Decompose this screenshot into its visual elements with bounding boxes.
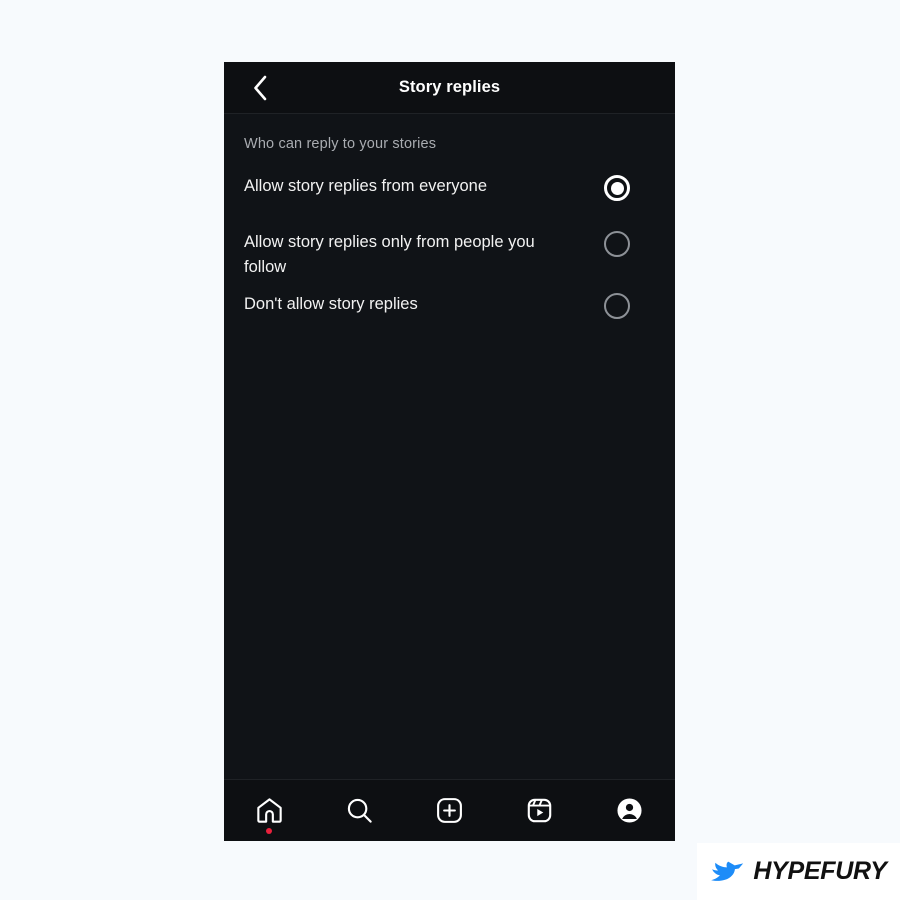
radio-allow-following[interactable] bbox=[604, 231, 630, 257]
nav-item-reels[interactable] bbox=[495, 780, 585, 842]
plus-square-icon bbox=[435, 796, 464, 825]
hypefury-watermark: HYPEFURY bbox=[697, 843, 900, 900]
chevron-left-icon bbox=[251, 74, 269, 102]
option-label: Allow story replies from everyone bbox=[244, 177, 488, 195]
nav-item-search[interactable] bbox=[314, 780, 404, 842]
hypefury-wordmark: HYPEFURY bbox=[753, 857, 887, 885]
instagram-settings-screen: Story replies Who can reply to your stor… bbox=[224, 62, 675, 841]
profile-avatar-icon bbox=[616, 797, 643, 824]
home-icon bbox=[255, 796, 284, 825]
hypefury-bird-logo bbox=[710, 859, 744, 885]
search-icon bbox=[345, 796, 374, 825]
home-notification-dot bbox=[266, 827, 273, 834]
section-label: Who can reply to your stories bbox=[244, 136, 437, 152]
bottom-navigation-bar bbox=[224, 779, 675, 841]
nav-item-home[interactable] bbox=[224, 780, 314, 842]
option-row-allow-everyone[interactable]: Allow story replies from everyone bbox=[224, 174, 675, 218]
nav-item-profile[interactable] bbox=[585, 780, 675, 842]
option-label: Allow story replies only from people you… bbox=[244, 233, 535, 276]
back-button[interactable] bbox=[238, 62, 282, 114]
app-header: Story replies bbox=[224, 62, 675, 114]
nav-item-create[interactable] bbox=[404, 780, 494, 842]
option-row-allow-following[interactable]: Allow story replies only from people you… bbox=[224, 230, 675, 280]
option-row-dont-allow[interactable]: Don't allow story replies bbox=[224, 292, 675, 336]
option-label: Don't allow story replies bbox=[244, 295, 418, 313]
reels-icon bbox=[525, 796, 554, 825]
radio-dont-allow[interactable] bbox=[604, 293, 630, 319]
page-title: Story replies bbox=[398, 78, 501, 96]
settings-body: Who can reply to your stories Allow stor… bbox=[224, 114, 675, 779]
radio-allow-everyone[interactable] bbox=[604, 175, 630, 201]
